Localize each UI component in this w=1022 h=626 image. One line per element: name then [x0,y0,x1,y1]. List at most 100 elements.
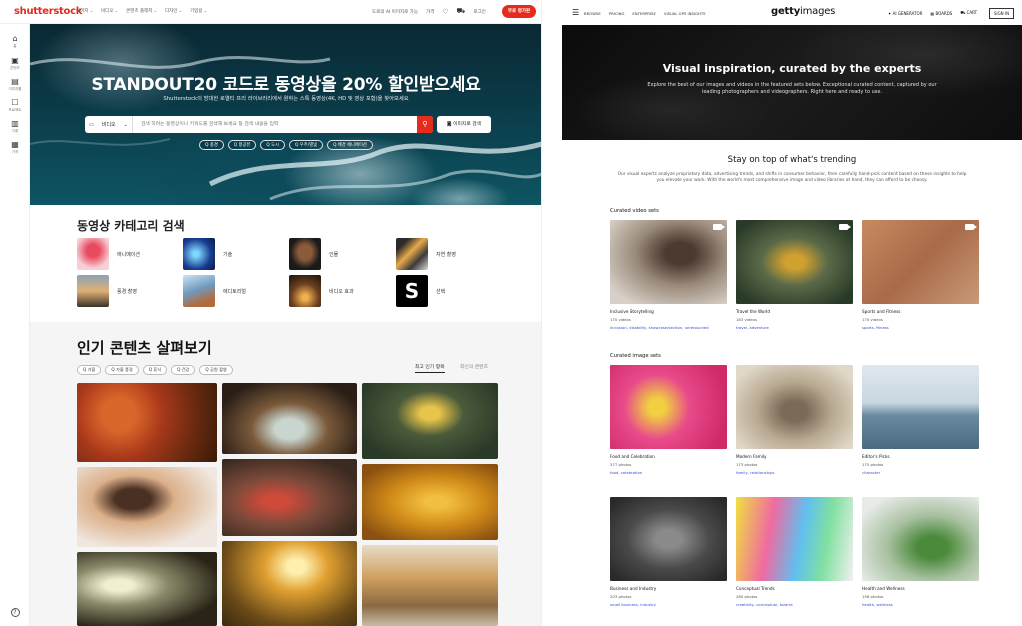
search-chip[interactable]: Q 가을 [77,365,102,375]
ss-nav-item[interactable]: 비디오 [101,8,118,14]
search-chip[interactable]: Q 가을 풍경 [105,365,139,375]
search-chip[interactable]: Q 휴식 [142,365,168,375]
popular-section: 인기 콘텐츠 살펴보기 Q 가을 Q 가을 풍경 Q 휴식 Q 건강 Q 공원 … [30,322,541,626]
ai-generator-link[interactable]: ✦ AI GENERATOR [888,11,922,16]
hiker-autumn-image[interactable] [362,383,498,459]
gi-nav-item[interactable]: VISUAL GPS INSIGHTS [664,11,706,16]
gi-nav-item[interactable]: BROWSE [584,11,601,16]
ss-nav-item[interactable]: 이미지 [76,8,93,14]
window-reading-image[interactable] [77,552,217,626]
child-eating-image[interactable] [77,467,217,547]
category-thumb [183,238,215,270]
category-thumb [183,275,215,307]
heart-icon[interactable]: ♡ [442,8,448,16]
video-set-card[interactable]: Travel the World 183 videos travel, adve… [736,220,853,330]
category-item[interactable]: 기술 [183,238,232,270]
hero-chips: Q 풍경 Q 항공뷰 Q 도시 Q 우주/별빛 Q 배경 애니메이션 [30,140,541,150]
image-icon: ▤ [11,77,19,86]
category-thumb [289,238,321,270]
search-chip[interactable]: Q 배경 애니메이션 [327,140,373,150]
image-set-card[interactable]: Food and Celebration 377 photos food, ce… [610,365,727,475]
search-chip[interactable]: Q 풍경 [199,140,224,150]
category-item[interactable]: 인물 [289,238,338,270]
sidebar-item-content[interactable]: ▣ 콘텐츠 [0,56,30,71]
video-set-card[interactable]: Sports and Fitness 170 videos sports, fi… [862,220,979,330]
getty-panel: ☰ BROWSE PRICING ENTERPRISE VISUAL GPS I… [562,0,1022,626]
ss-nav-item[interactable]: 기업용 [190,8,207,14]
image-set-card[interactable]: Conceptual Trends 260 photos creativity,… [736,497,853,607]
gi-logo[interactable]: gettyimages [771,6,835,17]
sidebar-item-history[interactable]: ▥ 기록 [0,119,30,134]
category-thumb [289,275,321,307]
gi-hero-subtitle: Explore the best of our images and video… [647,82,937,95]
video-icon [713,224,725,230]
park-walk-image[interactable] [362,545,498,626]
trending-text: Our visual experts analyze proprietary d… [617,172,967,183]
sidebar-item-images[interactable]: ▤ 이미지를 [0,77,30,92]
category-item[interactable]: 자연 촬영 [396,238,456,270]
boards-link[interactable]: ▦ BOARDS [930,11,952,16]
gi-nav: BROWSE PRICING ENTERPRISE VISUAL GPS INS… [584,11,706,16]
tab-popular[interactable]: 최고 인기 항목 [415,363,445,373]
category-item[interactable]: 애니메이션 [77,238,140,270]
gi-nav-item[interactable]: ENTERPRISE [632,11,655,16]
category-thumb [77,238,109,270]
video-set-card[interactable]: Inclusive Storytelling 170 videos inclus… [610,220,727,330]
film-icon: ▭ [89,121,94,128]
dinner-table-image[interactable] [222,383,357,454]
sunlit-forest-image[interactable] [222,541,357,626]
project-icon: ☐ [11,98,19,107]
image-search-button[interactable]: ◙ 이미지로 검색 [437,116,491,133]
menu-icon[interactable]: ☰ [572,8,579,17]
category-thumb [77,275,109,307]
ss-nav-item[interactable]: 콘텐츠 플래저 [126,8,157,14]
category-item[interactable]: 에디토리얼 [183,275,246,307]
help-button[interactable]: ? [0,608,30,617]
tab-latest[interactable]: 최신의 콘텐츠 [460,363,488,370]
ss-signup-button[interactable]: 무료 평가판 [502,5,536,18]
ss-login[interactable]: 로그인 [473,9,485,15]
search-button[interactable]: ⚲ [417,116,433,133]
gi-hero-title: Visual inspiration, curated by the exper… [662,62,922,75]
category-item[interactable]: S 선택 [396,275,445,307]
popular-chips: Q 가을 Q 가을 풍경 Q 휴식 Q 건강 Q 공원 촬영 [77,365,233,375]
chevron-down-icon: ⌄ [123,121,128,128]
image-set-card[interactable]: Health and Wellness 198 photos health, w… [862,497,979,607]
ss-language[interactable]: 가격 [426,9,434,15]
cart-link[interactable]: ⛟ CART [960,10,977,16]
search-chip[interactable]: Q 공원 촬영 [199,365,233,375]
family-dinner-image[interactable] [222,459,357,536]
video-thumb [610,220,727,304]
image-thumb [736,497,853,581]
search-chip[interactable]: Q 항공뷰 [227,140,257,150]
search-chip[interactable]: Q 건강 [171,365,196,375]
sidebar-item-home[interactable]: ⌂ 홈 [0,31,30,51]
category-item[interactable]: 비디오 효과 [289,275,354,307]
autumn-forest-image[interactable] [77,383,217,462]
sidebar-item-price[interactable]: ▦ 가격 [0,140,30,155]
search-chip[interactable]: Q 우주/별빛 [289,140,324,150]
media-type-select[interactable]: ▭ 비디오 ⌄ [85,116,133,133]
autumn-leaf-image[interactable] [362,464,498,540]
hero-subtitle: Shutterstock의 방대한 로열티 프리 라이브러리에서 원하는 스톡 … [163,96,409,102]
search-input[interactable] [133,117,417,132]
search-chip[interactable]: Q 도시 [260,140,286,150]
image-thumb [862,497,979,581]
gi-nav-item[interactable]: PRICING [609,11,625,16]
gi-header-right: ✦ AI GENERATOR ▦ BOARDS ⛟ CART [888,10,977,16]
sign-in-button[interactable]: SIGN IN [989,8,1014,19]
image-set-card[interactable]: Editor's Picks 175 photos character [862,365,979,475]
video-icon [965,224,977,230]
image-set-card[interactable]: Business and Industry 203 photos small b… [610,497,727,607]
category-item[interactable]: 풍경 촬영 [77,275,137,307]
category-title: 동영상 카테고리 검색 [77,219,185,233]
ss-logo[interactable]: shutterstock [14,6,82,17]
cart-icon[interactable]: ⛟ [457,7,466,16]
ss-ai-link[interactable]: 도로의 AI 이미지로 가능 [372,9,418,15]
history-icon: ▥ [11,119,19,128]
ss-nav-item[interactable]: 디자인 [165,8,182,14]
help-icon: ? [10,608,20,617]
sidebar-item-projects[interactable]: ☐ 프로젝트 [0,98,30,113]
image-thumb [862,365,979,449]
image-set-card[interactable]: Modern Family 173 photos family, relatio… [736,365,853,475]
